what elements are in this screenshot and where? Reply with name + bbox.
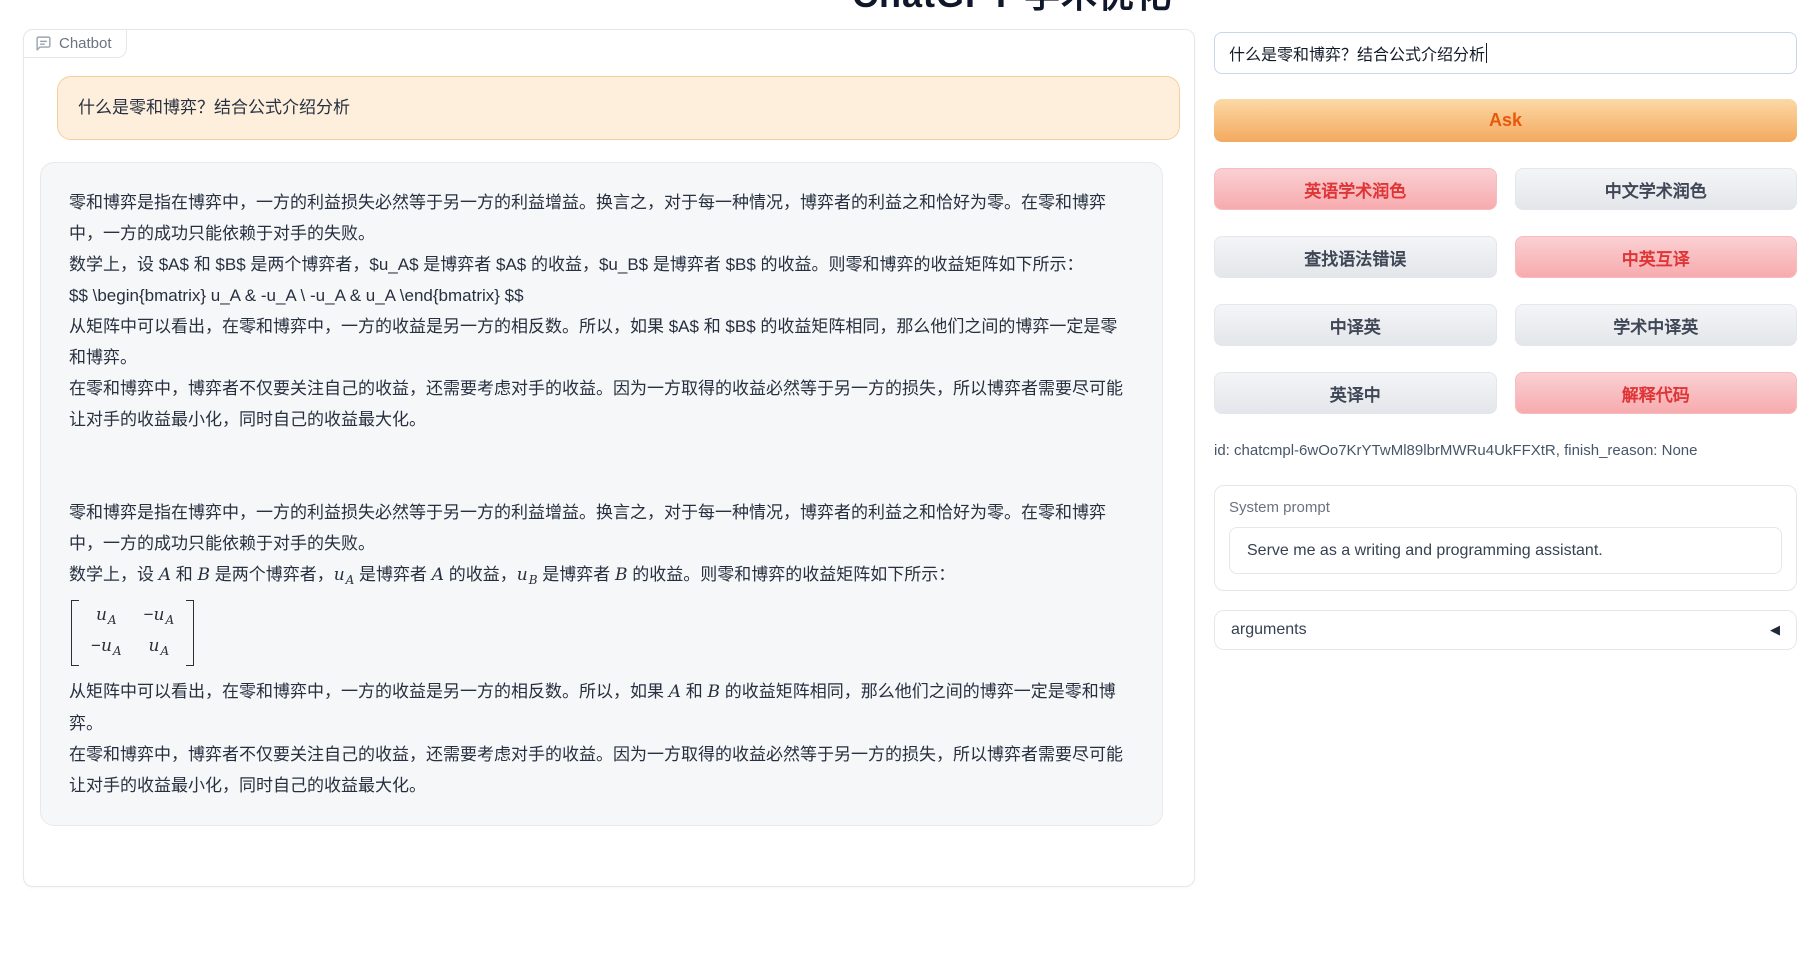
page-title: ChatGPT 学术优化 [852,0,1172,18]
quick-button-chinese-academic-polish[interactable]: 中文学术润色 [1515,168,1798,210]
chevron-left-icon: ◀ [1770,622,1780,638]
matrix-right-bracket [186,600,194,666]
bot-raw-paragraph: 在零和博弈中，博弈者不仅要关注自己的收益，还需要考虑对手的收益。因为一方取得的收… [69,373,1134,435]
matrix-cell: uA [144,633,175,664]
bot-rendered-paragraph: 从矩阵中可以看出，在零和博弈中，一方的收益是另一方的相反数。所以，如果 A 和 … [69,676,1134,739]
math-var: B [197,565,210,585]
math-var: A [159,565,171,585]
bot-rendered-math-line: 数学上，设 A 和 B 是两个博弈者，uA 是博弈者 A 的收益，uB 是博弈者… [69,559,1134,596]
chatbot-panel: Chatbot 什么是零和博弈？结合公式介绍分析 零和博弈是指在博弈中，一方的利… [23,29,1195,887]
math-subscript: B [529,573,538,587]
chatbot-label-text: Chatbot [59,35,112,52]
chat-bubble-icon [35,35,52,52]
quick-button-academic-zh-to-en[interactable]: 学术中译英 [1515,304,1798,346]
payoff-matrix: uA −uA −uA uA [71,600,194,666]
bot-raw-paragraph: 从矩阵中可以看出，在零和博弈中，一方的收益是另一方的相反数。所以，如果 $A$ … [69,311,1134,373]
math-var: A [432,565,444,585]
matrix-left-bracket [71,600,79,666]
text-cursor [1486,43,1487,63]
ask-button[interactable]: Ask [1214,99,1797,142]
chatbot-label: Chatbot [23,29,127,58]
matrix-cell: −uA [91,633,122,664]
math-var: A [669,682,681,702]
quick-button-zh-to-en[interactable]: 中译英 [1214,304,1497,346]
quick-actions-grid: 英语学术润色 中文学术润色 查找语法错误 中英互译 中译英 学术中译英 英译中 … [1214,168,1797,414]
bot-rendered-block: 零和博弈是指在博弈中，一方的利益损失必然等于另一方的利益增益。换言之，对于每一种… [69,497,1134,801]
arguments-accordion-label: arguments [1231,621,1307,639]
bot-raw-paragraph: 零和博弈是指在博弈中，一方的利益损失必然等于另一方的利益增益。换言之，对于每一种… [69,187,1134,249]
bot-rendered-paragraph: 零和博弈是指在博弈中，一方的利益损失必然等于另一方的利益增益。换言之，对于每一种… [69,497,1134,559]
bot-message-bubble: 零和博弈是指在博弈中，一方的利益损失必然等于另一方的利益增益。换言之，对于每一种… [40,162,1163,826]
question-input[interactable]: 什么是零和博弈？结合公式介绍分析 [1214,32,1797,74]
completion-status-line: id: chatcmpl-6wOo7KrYTwMl89lbrMWRu4UkFFX… [1214,442,1797,459]
arguments-accordion[interactable]: arguments ◀ [1214,610,1797,650]
quick-button-explain-code[interactable]: 解释代码 [1515,372,1798,414]
question-input-value: 什么是零和博弈？结合公式介绍分析 [1229,41,1485,65]
user-message-text: 什么是零和博弈？结合公式介绍分析 [78,98,350,117]
math-var: B [707,682,720,702]
quick-button-en-to-zh[interactable]: 英译中 [1214,372,1497,414]
bot-raw-latex-line: $$ \begin{bmatrix} u_A & -u_A \ -u_A & u… [69,280,1134,311]
system-prompt-label: System prompt [1229,499,1782,516]
bot-raw-paragraph: 数学上，设 $A$ 和 $B$ 是两个博弈者，$u_A$ 是博弈者 $A$ 的收… [69,249,1134,280]
math-var: B [615,565,628,585]
math-var: u [517,565,528,585]
system-prompt-value: Serve me as a writing and programming as… [1247,542,1603,560]
matrix-cell: −uA [144,602,175,633]
matrix-cell: uA [91,602,122,633]
control-column: 什么是零和博弈？结合公式介绍分析 Ask 英语学术润色 中文学术润色 查找语法错… [1214,32,1797,650]
user-message-bubble: 什么是零和博弈？结合公式介绍分析 [57,76,1180,140]
quick-button-find-grammar-errors[interactable]: 查找语法错误 [1214,236,1497,278]
system-prompt-card: System prompt Serve me as a writing and … [1214,485,1797,591]
system-prompt-input[interactable]: Serve me as a writing and programming as… [1229,527,1782,574]
bot-raw-markdown-block: 零和博弈是指在博弈中，一方的利益损失必然等于另一方的利益增益。换言之，对于每一种… [69,187,1134,435]
quick-button-english-academic-polish[interactable]: 英语学术润色 [1214,168,1497,210]
quick-button-zh-en-mutual-translate[interactable]: 中英互译 [1515,236,1798,278]
bot-rendered-paragraph: 在零和博弈中，博弈者不仅要关注自己的收益，还需要考虑对手的收益。因为一方取得的收… [69,739,1134,801]
math-var: u [334,565,345,585]
